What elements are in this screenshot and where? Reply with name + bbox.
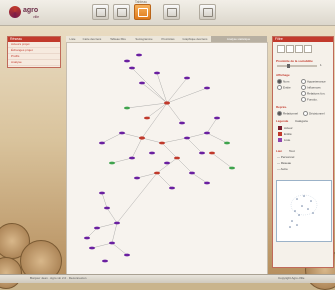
right-filter-panel: Filtre Proximite de la sociabilite 1 Aff… [272, 36, 334, 268]
barrel-image [0, 257, 22, 289]
radio-icon [277, 111, 282, 116]
option-label: Fonctio. [307, 97, 318, 102]
repres-section-title: Représ. [276, 105, 288, 109]
legend-label: Liste [284, 138, 291, 142]
minimap-graph [289, 194, 318, 228]
link-label: Autre [280, 167, 288, 171]
panel-toolbar [277, 45, 313, 54]
link-legend-item: — Autre [277, 167, 288, 171]
status-left-text: Bonjour Jean · Agro vin 2.0 · Deconnexio… [30, 276, 87, 280]
option-label: Entite [283, 85, 291, 90]
slider-thumb[interactable] [287, 64, 290, 68]
option-label: Décisionnel [309, 111, 325, 116]
legend-type[interactable]: Catégorie [295, 119, 308, 123]
graph-edges [86, 67, 233, 256]
toolbar-button-4[interactable] [163, 4, 180, 20]
toolbar-button-5[interactable] [199, 4, 216, 20]
display-option[interactable]: Entite [277, 85, 291, 90]
left-nav-item[interactable]: Analyse [8, 60, 60, 66]
radio-icon [301, 91, 306, 96]
legend-label: Acteur [284, 126, 293, 130]
network-graph[interactable] [67, 43, 267, 275]
display-option[interactable]: Nom [277, 79, 289, 84]
settings-icon [203, 8, 213, 17]
links-section-title: Lien [276, 149, 283, 153]
zoom-out-icon[interactable] [286, 45, 294, 53]
grid-icon [138, 8, 148, 17]
option-label: Relations fon. [307, 91, 326, 96]
link-label: Personnel [280, 155, 295, 159]
toolbar-button-tableau[interactable] [134, 4, 151, 20]
legend-swatch-liste [278, 138, 282, 142]
display-option[interactable]: Fonctio. [301, 97, 318, 102]
option-label: Nom [283, 79, 290, 84]
display-section-title: Affichage [276, 73, 290, 77]
radio-icon [301, 85, 306, 90]
folder-icon [117, 8, 127, 17]
document-icon [96, 8, 106, 17]
display-option[interactable]: Influences [301, 85, 321, 90]
display-option[interactable]: Relations fon. [301, 91, 325, 96]
option-label: Appartenance [307, 79, 326, 84]
repres-option[interactable]: Décisionnel [303, 111, 325, 116]
legend-section-title: Légende [276, 119, 289, 123]
link-label: Réseau [280, 161, 292, 165]
radio-icon [301, 97, 306, 102]
link-legend-item: — Personnel [277, 155, 295, 159]
display-option[interactable]: Appartenance [301, 79, 326, 84]
zoom-in-icon[interactable] [277, 45, 285, 53]
proximity-slider[interactable] [277, 64, 317, 68]
link-legend-item: — Réseau [277, 161, 292, 165]
logo-subtext: ville [33, 15, 40, 19]
links-type[interactable]: Tout [289, 149, 295, 153]
radio-icon [277, 85, 282, 90]
radio-icon [277, 79, 282, 84]
logo-icon [9, 6, 21, 18]
toolbar-button-1[interactable] [92, 4, 109, 20]
app-logo[interactable]: agro ville [9, 5, 49, 21]
legend-swatch-entite [278, 132, 282, 136]
toolbar-button-2[interactable] [113, 4, 130, 20]
option-label: Influences [307, 85, 321, 90]
print-icon[interactable] [304, 45, 312, 53]
radio-icon [301, 79, 306, 84]
network-graph-canvas[interactable] [66, 42, 268, 276]
repres-option[interactable]: Relationnel [277, 111, 298, 116]
status-right-text: Copyright Agro-Ville [278, 276, 305, 280]
radio-icon [303, 111, 308, 116]
top-header: agro ville Tableau [0, 0, 335, 26]
legend-label: Entité [284, 132, 292, 136]
graph-nodes[interactable] [84, 53, 235, 263]
logo-text: agro [23, 7, 39, 14]
graph-minimap[interactable] [276, 180, 332, 242]
chart-icon [167, 8, 177, 17]
legend-swatch-acteur [278, 126, 282, 130]
option-label: Relationnel [283, 111, 299, 116]
filter-section-title: Proximite de la sociabilite [276, 59, 313, 63]
right-panel-title: Filtre [273, 37, 333, 42]
slider-value: 1 [320, 63, 322, 67]
left-nav-panel: Réseau Acteurs projet Échanges projet Pr… [7, 36, 61, 68]
fit-icon[interactable] [295, 45, 303, 53]
